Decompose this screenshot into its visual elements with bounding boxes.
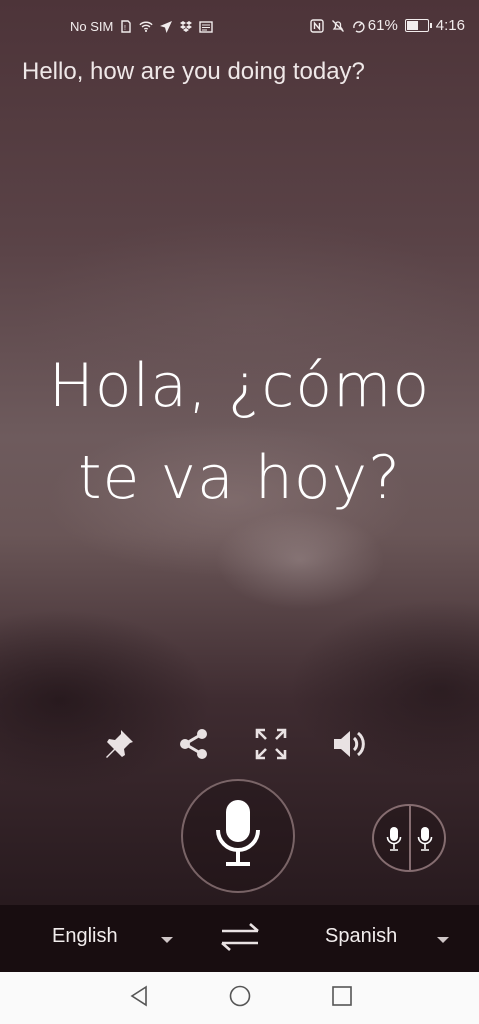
- pin-button[interactable]: [95, 722, 143, 770]
- recents-button[interactable]: [329, 986, 355, 1010]
- mute-icon: [331, 19, 345, 33]
- nfc-icon: [310, 18, 324, 33]
- system-nav-bar: [0, 972, 479, 1024]
- home-button[interactable]: [227, 984, 253, 1012]
- translated-phrase[interactable]: Hola, ¿cómo te va hoy?: [10, 340, 469, 524]
- speaker-button[interactable]: [325, 722, 373, 770]
- speaker-icon: [331, 727, 367, 765]
- language-bar: English Spanish: [0, 905, 479, 972]
- share-icon: [177, 727, 211, 765]
- svg-text:!: !: [124, 25, 126, 32]
- back-button[interactable]: [126, 985, 152, 1011]
- swap-arrows-icon: [216, 920, 264, 958]
- news-icon: [199, 20, 214, 34]
- back-icon: [129, 985, 149, 1011]
- status-bar: No SIM ! 61% 4:16: [0, 0, 479, 56]
- chevron-down-icon: [437, 937, 449, 943]
- mic-button[interactable]: [181, 779, 295, 893]
- battery-level: [406, 21, 418, 30]
- share-button[interactable]: [170, 722, 218, 770]
- divider: [409, 806, 411, 870]
- home-icon: [228, 984, 252, 1012]
- battery-percent: 61%: [367, 17, 398, 34]
- battery-icon: [404, 19, 432, 32]
- dropbox-icon: [179, 20, 193, 34]
- recents-icon: [331, 985, 353, 1011]
- fullscreen-icon: [254, 727, 288, 765]
- target-language-label: Spanish: [325, 925, 398, 947]
- status-right: 61% 4:16: [310, 17, 465, 34]
- source-language-label: English: [52, 925, 118, 947]
- airplane-icon: [159, 20, 173, 34]
- pin-icon: [101, 726, 137, 766]
- status-left: No SIM !: [70, 19, 214, 34]
- action-row: [0, 722, 479, 770]
- sync-icon: [352, 19, 366, 33]
- translated-line: te va hoy?: [78, 443, 401, 513]
- carrier-label: No SIM: [70, 19, 114, 34]
- chevron-down-icon: [161, 937, 173, 943]
- sim-icon: !: [119, 20, 133, 34]
- translated-line: Hola, ¿cómo: [48, 351, 431, 421]
- fullscreen-button[interactable]: [247, 722, 295, 770]
- swap-languages-button[interactable]: [213, 917, 267, 961]
- clock: 4:16: [435, 17, 465, 34]
- microphone-icon: [212, 798, 264, 874]
- conversation-mode-button[interactable]: [372, 804, 446, 872]
- wifi-icon: [139, 20, 153, 34]
- source-phrase[interactable]: Hello, how are you doing today?: [22, 58, 462, 86]
